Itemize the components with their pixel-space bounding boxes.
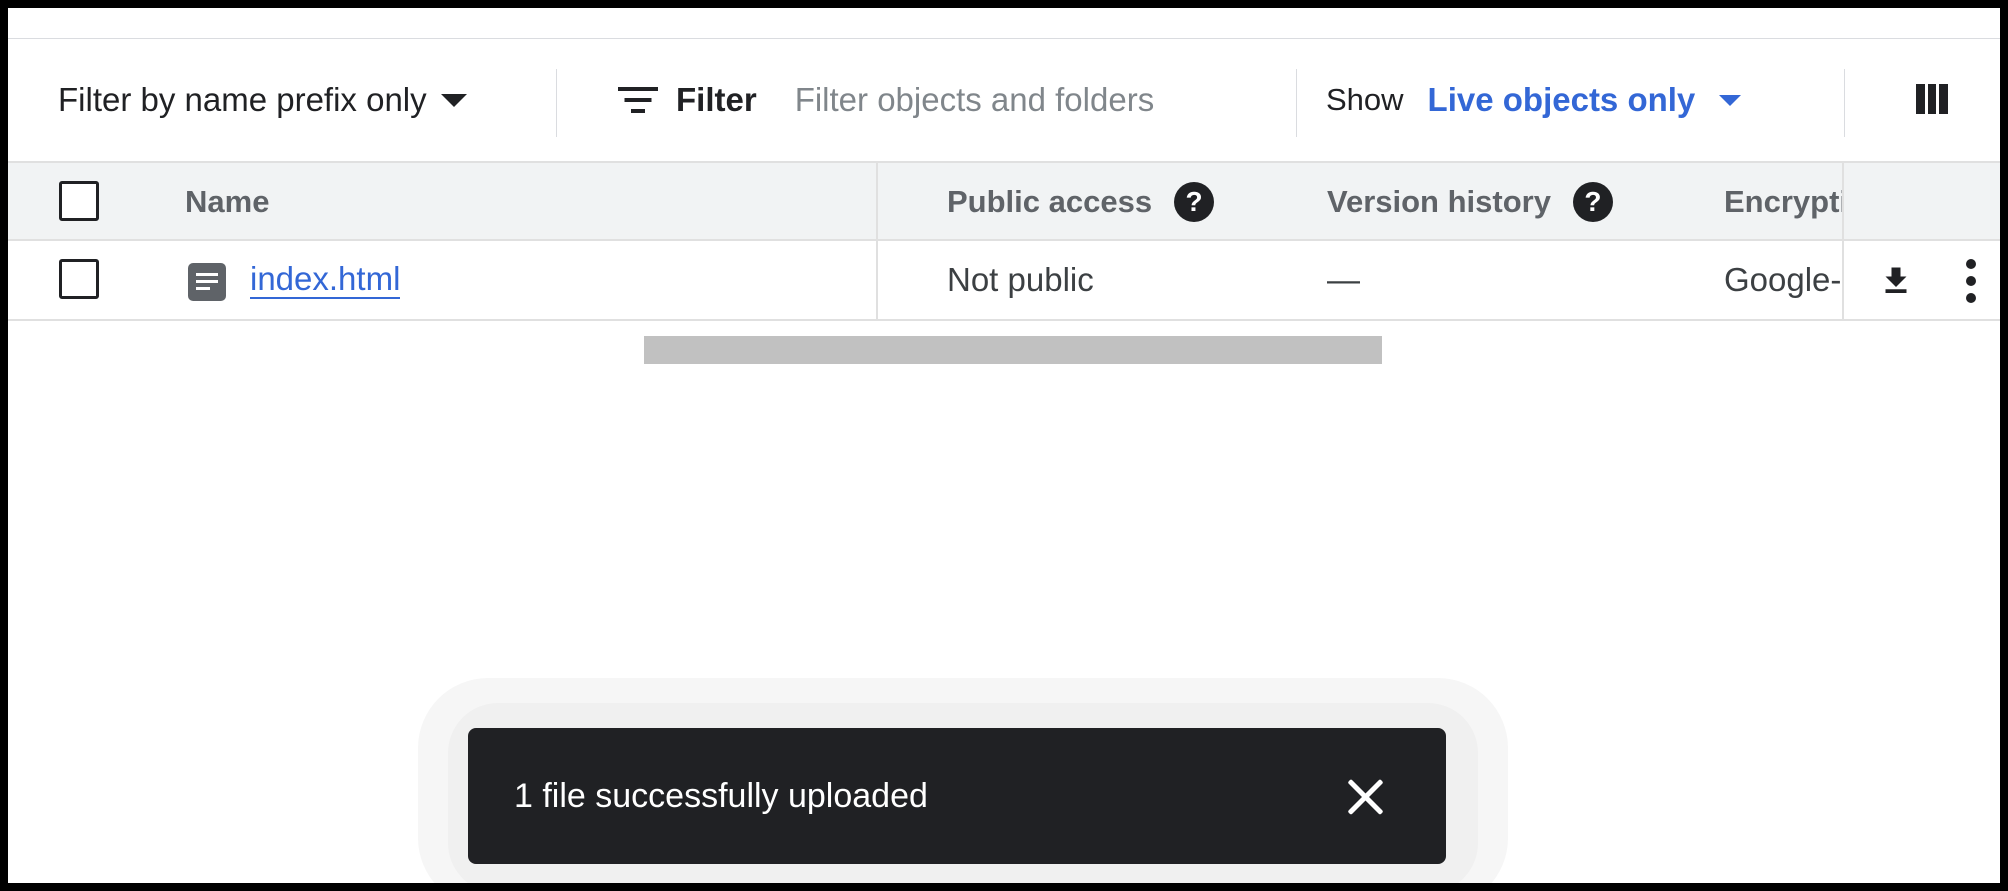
encryption-value: Google-managed key — [1724, 261, 1842, 298]
more-vert-icon[interactable] — [1964, 259, 1978, 303]
column-header-name[interactable]: Name — [185, 163, 269, 241]
filter-icon[interactable] — [618, 85, 658, 115]
filter-bar: Filter — [618, 39, 1255, 161]
column-divider — [1842, 241, 1844, 319]
column-divider — [1842, 163, 1844, 239]
select-all-checkbox[interactable] — [59, 181, 99, 221]
column-header-label: Version history — [1327, 184, 1551, 219]
column-header-version-history[interactable]: Version history ? — [1327, 163, 1613, 241]
column-divider — [876, 241, 878, 319]
public-access-cell: Not public — [947, 261, 1094, 298]
filter-input[interactable] — [794, 81, 1255, 119]
object-browser: Filter by name prefix only Filter Show L… — [8, 8, 2000, 883]
show-dropdown[interactable]: Live objects only — [1428, 81, 1742, 119]
show-label: Show — [1326, 82, 1404, 117]
divider — [1296, 69, 1297, 137]
column-divider — [876, 163, 878, 239]
help-icon[interactable]: ? — [1572, 182, 1613, 222]
show-selector: Show Live objects only — [1326, 39, 1742, 161]
close-icon[interactable] — [1347, 778, 1384, 816]
row-checkbox[interactable] — [59, 259, 99, 299]
file-name: index.html — [250, 260, 401, 300]
column-header-label: Public access — [947, 184, 1153, 219]
divider — [556, 69, 557, 137]
divider — [1844, 69, 1845, 137]
column-header-label: Name — [185, 184, 270, 219]
snackbar-message: 1 file successfully uploaded — [514, 776, 928, 815]
encryption-cell: Google-managed key — [1724, 241, 1842, 319]
help-icon[interactable]: ? — [1174, 182, 1215, 222]
prefix-filter-dropdown[interactable]: Filter by name prefix only — [58, 39, 467, 161]
prefix-filter-label: Filter by name prefix only — [58, 81, 427, 118]
download-icon[interactable] — [1878, 261, 1914, 301]
column-header-label: Encryption — [1724, 184, 1842, 219]
file-icon — [188, 263, 226, 301]
chevron-down-icon — [440, 93, 467, 107]
snackbar: 1 file successfully uploaded — [468, 728, 1446, 864]
version-history-cell: — — [1327, 261, 1360, 298]
columns-icon[interactable] — [1916, 84, 1949, 114]
chevron-down-icon — [1719, 94, 1742, 106]
filter-label: Filter — [676, 81, 757, 118]
file-name-link[interactable]: index.html — [250, 241, 401, 319]
table-header-row: Name Public access ? Version history ? E… — [8, 161, 2000, 241]
table-row: index.html Not public — Google-managed k… — [8, 241, 2000, 321]
toolbar: Filter by name prefix only Filter Show L… — [8, 39, 2000, 161]
show-value: Live objects only — [1427, 81, 1696, 118]
column-header-public-access[interactable]: Public access ? — [947, 163, 1215, 241]
column-header-encryption[interactable]: Encryption — [1724, 163, 1842, 241]
horizontal-scrollbar[interactable] — [644, 336, 1382, 364]
